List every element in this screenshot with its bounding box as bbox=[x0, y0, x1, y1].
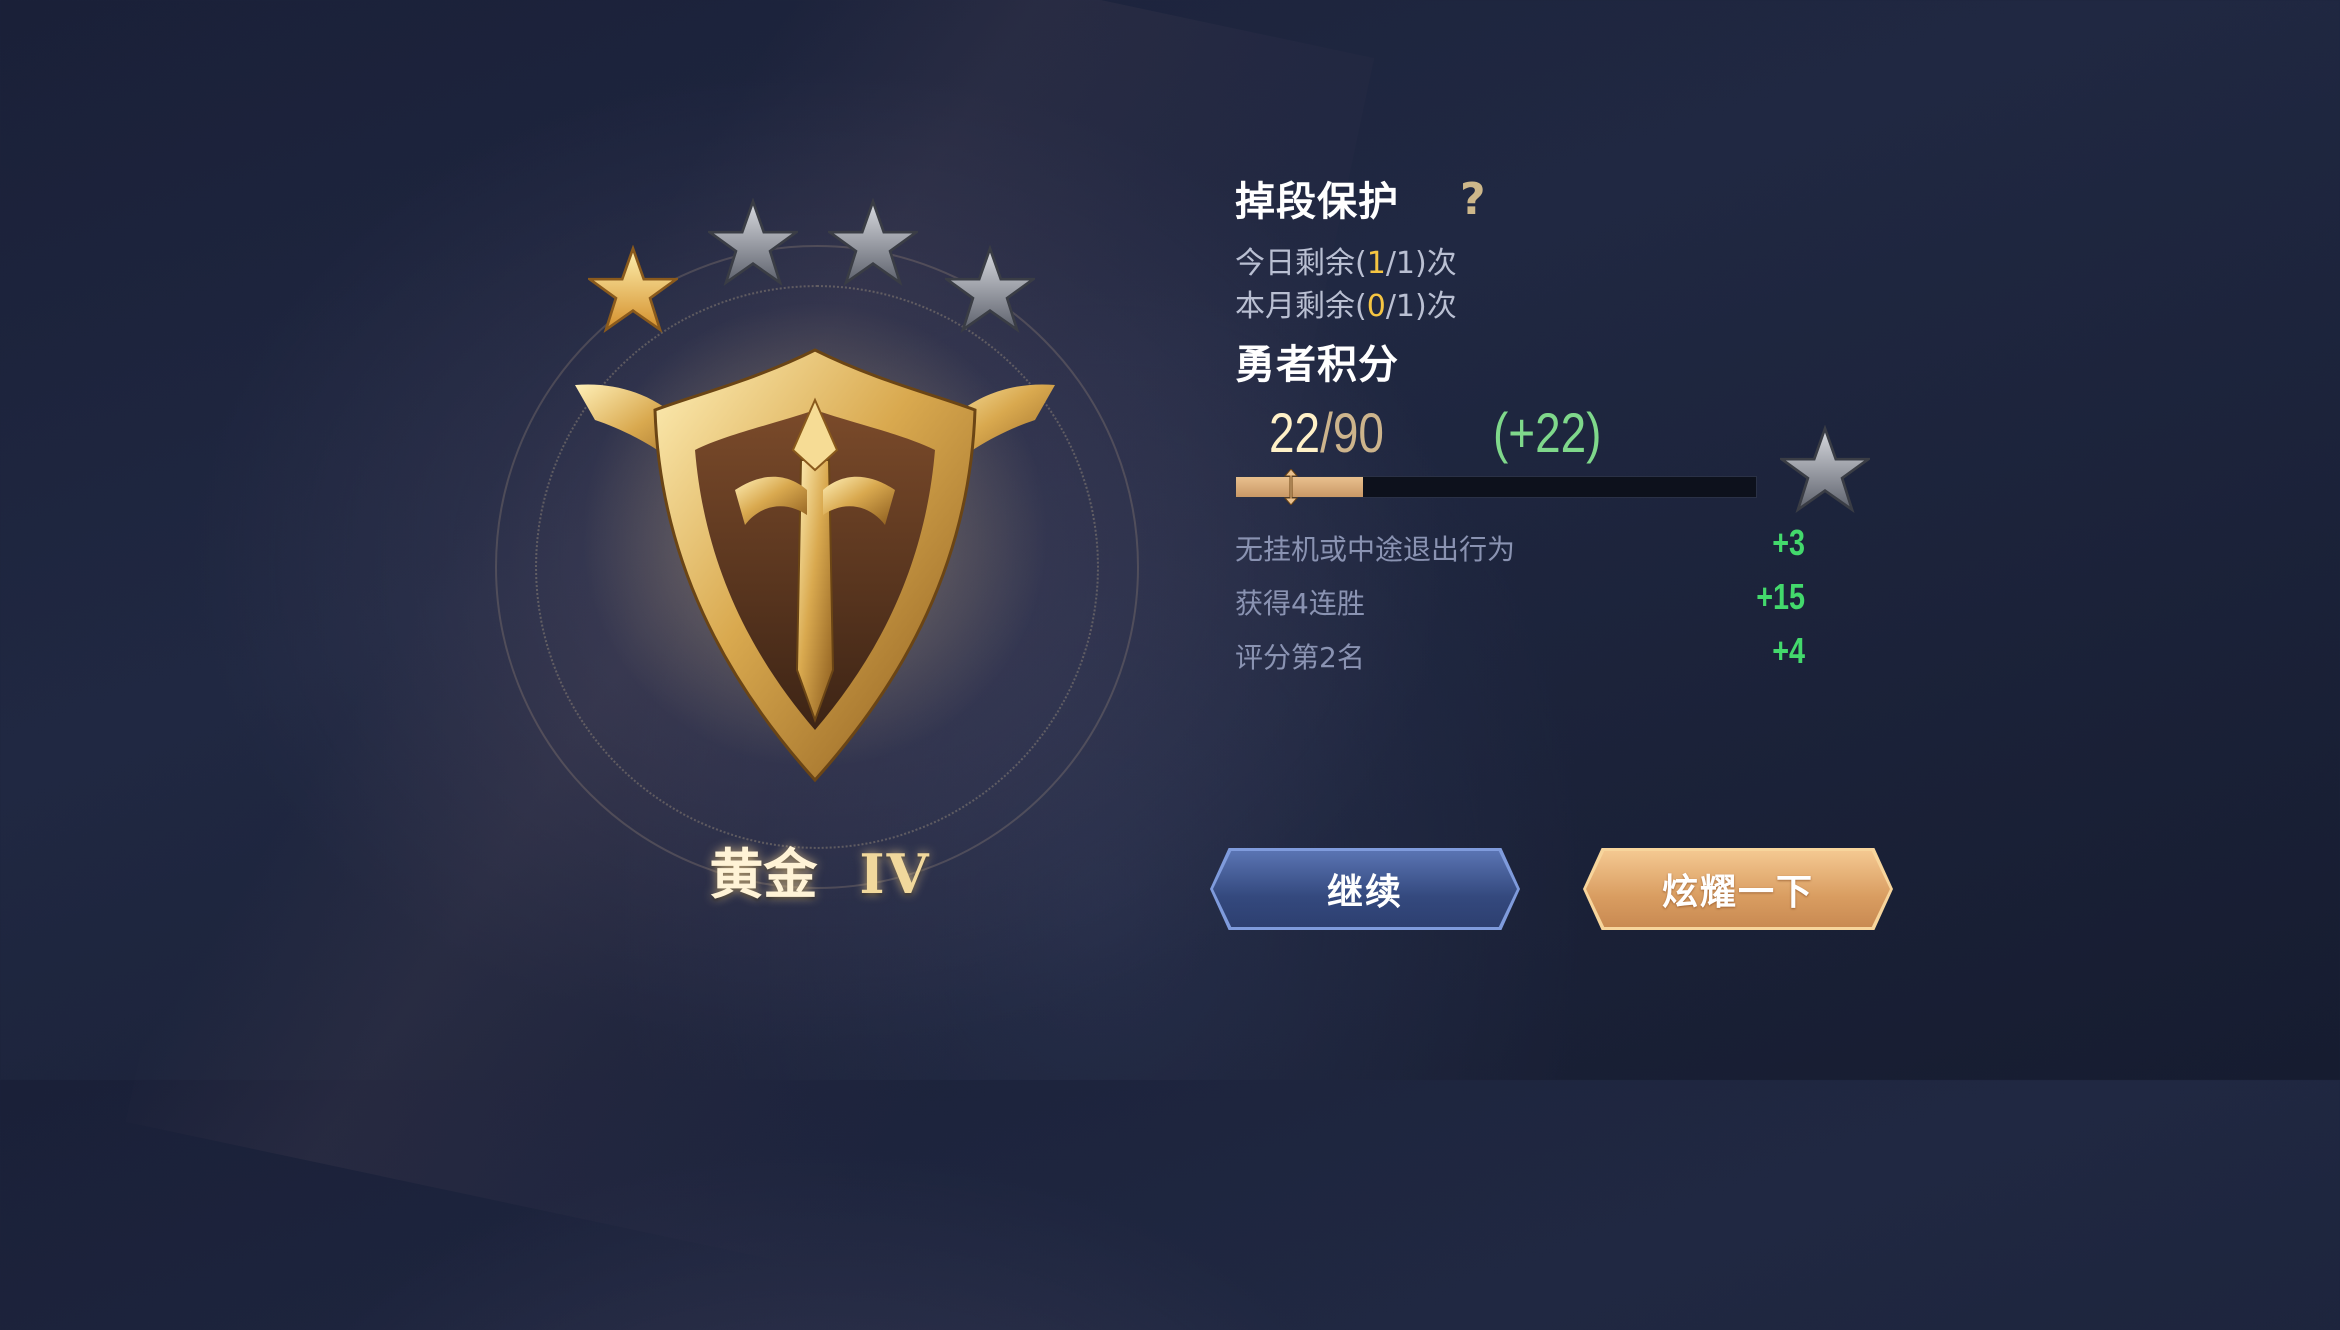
share-button[interactable]: 炫耀一下 bbox=[1583, 848, 1893, 930]
bonus-label: 获得4连胜 bbox=[1235, 587, 1365, 620]
share-button-label: 炫耀一下 bbox=[1661, 872, 1814, 913]
brave-points-score: 22/90 bbox=[1269, 401, 1384, 464]
brave-points-gain: (+22) bbox=[1493, 401, 1602, 464]
continue-button-label: 继续 bbox=[1326, 872, 1403, 913]
brave-points-current: 22 bbox=[1269, 401, 1321, 464]
bonus-label: 无挂机或中途退出行为 bbox=[1235, 533, 1516, 566]
rank-title: 黄金 IV bbox=[700, 830, 940, 909]
bonus-row: 获得4连胜 +15 bbox=[1235, 576, 1805, 636]
next-star-icon bbox=[1780, 425, 1870, 513]
rank-star-4-empty-icon bbox=[945, 245, 1035, 333]
rank-star-2-empty-icon bbox=[708, 198, 798, 286]
protection-today-remaining: 今日剩余(1/1)次 bbox=[1235, 246, 1457, 281]
bonus-value: +4 bbox=[1772, 630, 1805, 671]
rank-name: 黄金 bbox=[709, 842, 818, 906]
bonus-value: +15 bbox=[1756, 576, 1805, 617]
demotion-protection-title: 掉段保护 bbox=[1235, 179, 1399, 225]
brave-points-progress-bar bbox=[1235, 469, 1757, 505]
bonus-value: +3 bbox=[1772, 522, 1805, 563]
continue-button[interactable]: 继续 bbox=[1210, 848, 1520, 930]
question-mark-icon[interactable]: ? bbox=[1460, 174, 1486, 225]
progress-marker-icon bbox=[1284, 469, 1298, 505]
bonus-row: 评分第2名 +4 bbox=[1235, 630, 1805, 690]
protection-month-remaining: 本月剩余(0/1)次 bbox=[1235, 289, 1457, 324]
gold-shield-emblem bbox=[575, 348, 1055, 783]
bonus-row: 无挂机或中途退出行为 +3 bbox=[1235, 522, 1805, 582]
bonus-list: 无挂机或中途退出行为 +3 获得4连胜 +15 评分第2名 +4 bbox=[1235, 522, 1805, 690]
rank-star-1-filled-icon bbox=[588, 245, 678, 333]
brave-points-title: 勇者积分 bbox=[1235, 342, 1399, 388]
rank-star-3-empty-icon bbox=[828, 198, 918, 286]
brave-points-total: 90 bbox=[1332, 401, 1384, 464]
progress-fill bbox=[1236, 477, 1363, 497]
rank-tier: IV bbox=[859, 842, 931, 906]
bonus-label: 评分第2名 bbox=[1235, 641, 1365, 674]
